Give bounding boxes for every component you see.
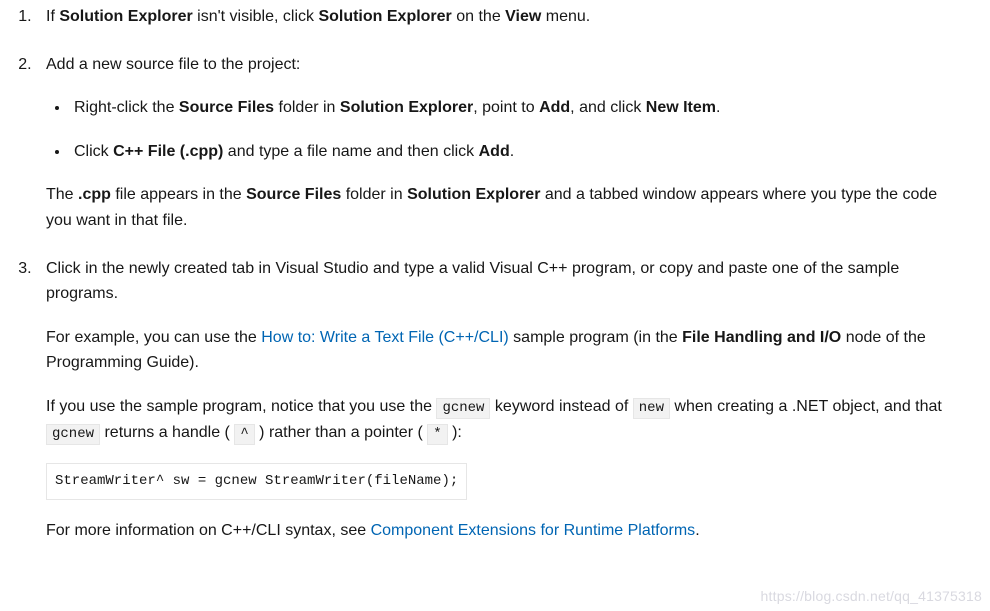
step-1: If Solution Explorer isn't visible, clic… [36,4,954,30]
text: menu. [541,8,590,25]
bullet-item: Click C++ File (.cpp) and type a file na… [70,139,954,165]
bold: Solution Explorer [318,8,451,25]
text: returns a handle ( [100,424,234,441]
text: If [46,8,59,25]
paragraph: For more information on C++/CLI syntax, … [46,518,954,544]
text: Right-click the [74,99,179,116]
text: Click [74,143,113,160]
bold: File Handling and I/O [682,329,841,346]
bold: .cpp [78,186,111,203]
paragraph: For example, you can use the How to: Wri… [46,325,954,376]
watermark-text: https://blog.csdn.net/qq_41375318 [761,585,982,607]
bold: Source Files [246,186,341,203]
link-component-extensions[interactable]: Component Extensions for Runtime Platfor… [371,522,696,539]
code-block: StreamWriter^ sw = gcnew StreamWriter(fi… [46,463,467,499]
text: and type a file name and then click [223,143,478,160]
link-write-text-file[interactable]: How to: Write a Text File (C++/CLI) [261,329,508,346]
inline-code: ^ [234,424,254,445]
text: keyword instead of [490,398,632,415]
step-3: Click in the newly created tab in Visual… [36,256,954,544]
paragraph: If you use the sample program, notice th… [46,394,954,445]
bullet-list: Right-click the Source Files folder in S… [46,95,954,164]
text: Add a new source file to the project: [46,56,300,73]
text: file appears in the [111,186,246,203]
text: folder in [341,186,407,203]
text: For more information on C++/CLI syntax, … [46,522,371,539]
text: , and click [570,99,646,116]
text: isn't visible, click [193,8,319,25]
bold: Solution Explorer [59,8,192,25]
bold: Solution Explorer [407,186,540,203]
text: If you use the sample program, notice th… [46,398,436,415]
paragraph: The .cpp file appears in the Source File… [46,182,954,233]
bold: New Item [646,99,716,116]
text: folder in [274,99,340,116]
text: sample program (in the [509,329,682,346]
text: . [510,143,514,160]
ordered-steps: If Solution Explorer isn't visible, clic… [12,4,954,543]
text: The [46,186,78,203]
inline-code: * [427,424,447,445]
text: when creating a .NET object, and that [670,398,942,415]
bold: C++ File (.cpp) [113,143,223,160]
text: . [716,99,720,116]
step-2: Add a new source file to the project: Ri… [36,52,954,234]
text: on the [452,8,505,25]
inline-code: new [633,398,670,419]
bold: View [505,8,541,25]
bold: Add [479,143,510,160]
bold: Source Files [179,99,274,116]
text: , point to [473,99,539,116]
inline-code: gcnew [436,398,490,419]
text: ): [448,424,462,441]
bullet-item: Right-click the Source Files folder in S… [70,95,954,121]
inline-code: gcnew [46,424,100,445]
text: Click in the newly created tab in Visual… [46,260,899,303]
text: ) rather than a pointer ( [255,424,428,441]
text: . [695,522,699,539]
text: For example, you can use the [46,329,261,346]
bold: Add [539,99,570,116]
bold: Solution Explorer [340,99,473,116]
